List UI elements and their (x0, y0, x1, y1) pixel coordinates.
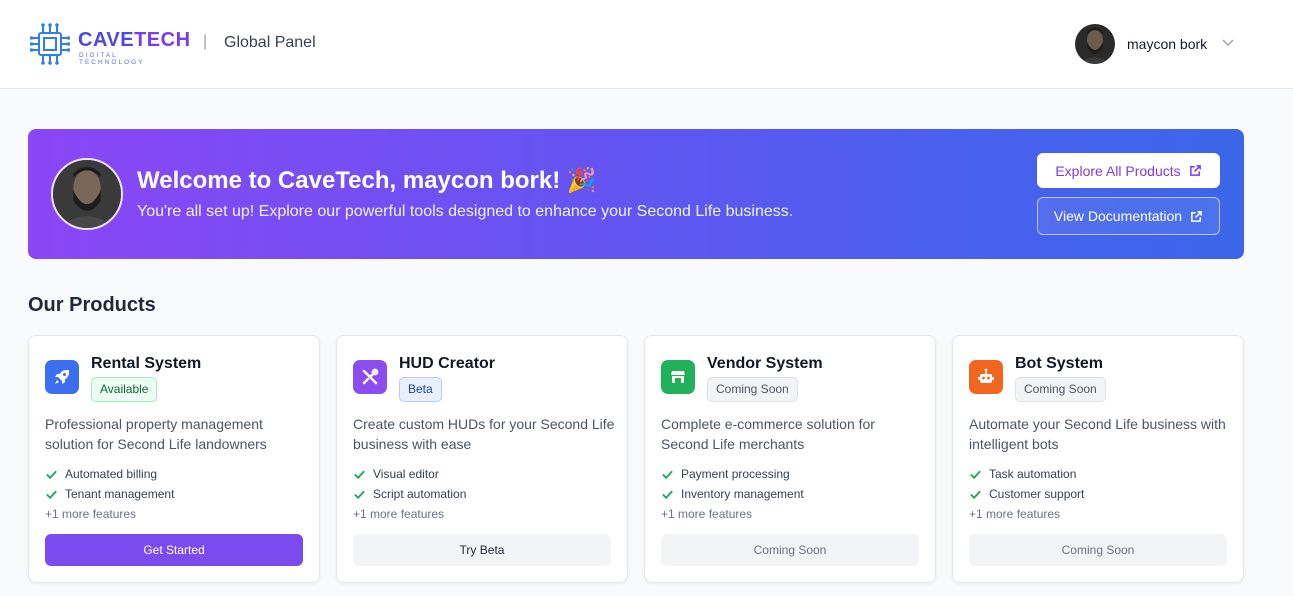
feature-label: Visual editor (373, 467, 439, 481)
explore-products-button[interactable]: Explore All Products (1037, 153, 1220, 188)
chevron-down-icon (1222, 39, 1234, 47)
cavetech-logo[interactable]: CAVETECH DIGITAL TECHNOLOGY (30, 22, 190, 66)
products-section-title: Our Products (28, 294, 156, 316)
tools-icon (362, 368, 379, 385)
feature-label: Tenant management (65, 487, 175, 501)
check-icon (970, 490, 981, 499)
get-started-button[interactable]: Get Started (45, 534, 303, 566)
avatar-portrait-icon (53, 160, 121, 228)
status-badge: Coming Soon (707, 377, 798, 402)
feature-item: Script automation (353, 487, 466, 501)
welcome-heading: Welcome to CaveTech, maycon bork! 🎉 (137, 167, 597, 194)
feature-item: Tenant management (45, 487, 174, 501)
user-menu[interactable]: maycon bork (1075, 24, 1240, 64)
coming-soon-button: Coming Soon (661, 534, 919, 566)
status-badge: Coming Soon (1015, 377, 1106, 402)
more-features: +1 more features (353, 507, 445, 521)
product-card-bot: Bot System Coming Soon Automate your Sec… (952, 335, 1244, 583)
logo-word-cave: CAVE (78, 29, 135, 51)
product-icon-tile (353, 360, 387, 394)
try-beta-button[interactable]: Try Beta (353, 534, 611, 566)
logo-tagline: DIGITAL TECHNOLOGY (79, 52, 145, 66)
check-icon (662, 490, 673, 499)
welcome-subtitle: You're all set up! Explore our powerful … (137, 203, 794, 220)
view-documentation-button[interactable]: View Documentation (1037, 197, 1220, 235)
feature-label: Script automation (373, 487, 467, 501)
feature-item: Automated billing (45, 467, 157, 481)
feature-label: Payment processing (681, 467, 790, 481)
user-avatar (1075, 24, 1115, 64)
product-icon-tile (661, 360, 695, 394)
coming-soon-button: Coming Soon (969, 534, 1227, 566)
logo-word-tech: TECH (134, 29, 191, 51)
product-icon-tile (969, 360, 1003, 394)
status-badge: Available (91, 377, 158, 402)
feature-label: Task automation (989, 467, 1077, 481)
check-icon (662, 470, 673, 479)
view-documentation-label: View Documentation (1053, 208, 1183, 224)
product-title: Vendor System (707, 355, 823, 372)
feature-label: Inventory management (681, 487, 804, 501)
status-badge: Beta (399, 377, 442, 402)
user-name: maycon bork (1127, 36, 1208, 52)
explore-products-label: Explore All Products (1055, 162, 1181, 179)
more-features: +1 more features (661, 507, 753, 521)
chip-icon (30, 23, 70, 65)
product-card-vendor: Vendor System Coming Soon Complete e-com… (644, 335, 936, 583)
product-icon-tile (45, 360, 79, 394)
check-icon (354, 470, 365, 479)
check-icon (354, 490, 365, 499)
product-title: HUD Creator (399, 355, 496, 372)
header-divider: | (203, 33, 208, 50)
more-features: +1 more features (969, 507, 1061, 521)
feature-label: Automated billing (65, 467, 158, 481)
rocket-icon (55, 370, 69, 384)
feature-item: Visual editor (353, 467, 439, 481)
feature-label: Customer support (989, 487, 1085, 501)
check-icon (46, 490, 57, 499)
logo-wordmark: CAVETECH (78, 29, 191, 52)
product-description: Complete e-commerce solution for Second … (661, 416, 875, 452)
product-card-hud: HUD Creator Beta Create custom HUDs for … (336, 335, 628, 583)
store-icon (671, 371, 685, 383)
check-icon (46, 470, 57, 479)
external-link-icon (1189, 165, 1201, 176)
feature-item: Payment processing (661, 467, 790, 481)
panel-title: Global Panel (224, 34, 316, 51)
banner-avatar (51, 158, 123, 230)
product-description: Automate your Second Life business with … (969, 416, 1226, 452)
product-description: Professional property management solutio… (45, 416, 267, 452)
check-icon (970, 470, 981, 479)
more-features: +1 more features (45, 507, 137, 521)
avatar-portrait-icon (1075, 24, 1115, 64)
feature-item: Customer support (969, 487, 1084, 501)
top-header: CAVETECH DIGITAL TECHNOLOGY | Global Pan… (0, 0, 1293, 89)
robot-icon (978, 368, 994, 383)
feature-item: Inventory management (661, 487, 804, 501)
product-card-rental: Rental System Available Professional pro… (28, 335, 320, 583)
product-title: Rental System (91, 355, 202, 372)
product-title: Bot System (1015, 355, 1104, 372)
external-link-icon (1191, 210, 1202, 222)
product-description: Create custom HUDs for your Second Life … (353, 416, 615, 452)
welcome-banner: Welcome to CaveTech, maycon bork! 🎉 You'… (28, 129, 1244, 259)
feature-item: Task automation (969, 467, 1076, 481)
